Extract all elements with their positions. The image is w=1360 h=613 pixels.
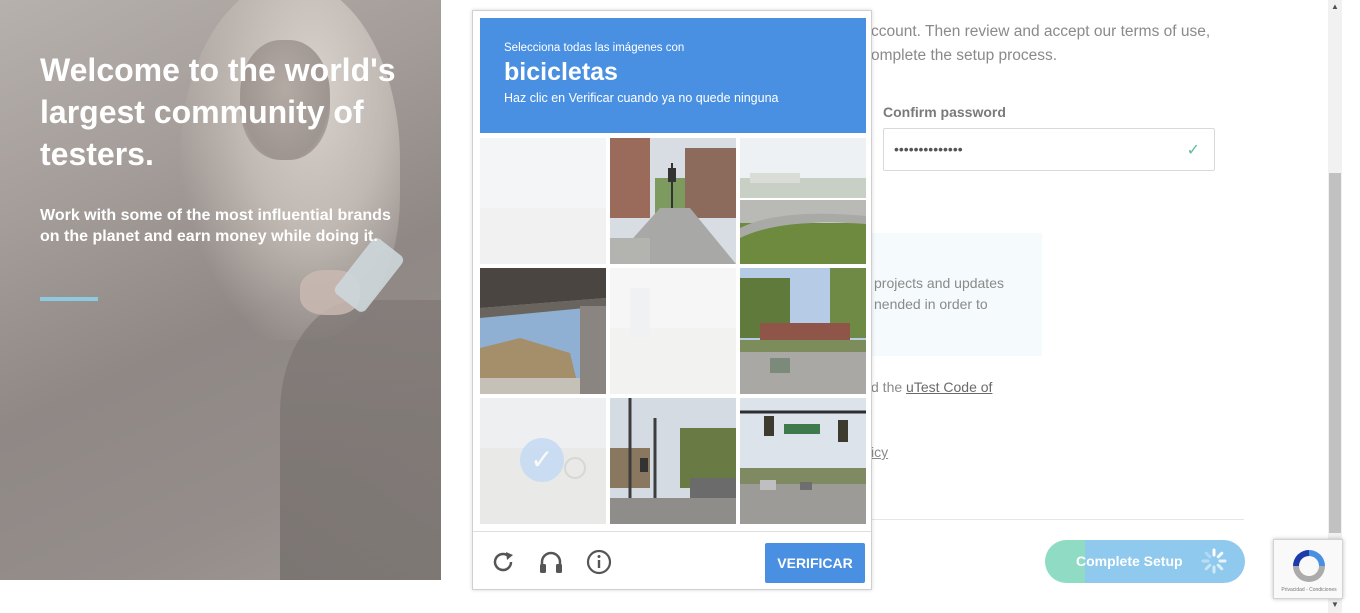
captcha-tile-selected[interactable]: ✓ <box>480 398 606 524</box>
confirm-password-label: Confirm password <box>883 104 1006 120</box>
captcha-challenge: Selecciona todas las imágenes con bicicl… <box>472 10 872 590</box>
hero-photo-shoulder <box>280 300 441 580</box>
captcha-image-grid: ✓ <box>480 138 866 524</box>
captcha-tile[interactable] <box>610 138 736 264</box>
info-icon[interactable] <box>585 548 613 576</box>
selected-check-icon: ✓ <box>520 438 564 482</box>
privacy-policy-link[interactable]: icy <box>871 444 888 460</box>
captcha-footer: VERIFICAR <box>473 531 871 589</box>
reload-icon[interactable] <box>489 548 517 576</box>
captcha-instruction: Selecciona todas las imágenes con <box>504 42 685 54</box>
scroll-down-arrow-icon[interactable]: ▼ <box>1328 600 1342 612</box>
setup-intro-line-1: ccount. Then review and accept our terms… <box>871 23 1211 40</box>
captcha-tile[interactable] <box>740 268 866 394</box>
captcha-tile[interactable] <box>740 138 866 264</box>
captcha-tile[interactable] <box>480 138 606 264</box>
loading-spinner-icon <box>1201 548 1227 574</box>
hero-panel: Welcome to the world's largest community… <box>0 0 441 580</box>
code-of-conduct-prefix: d the <box>871 379 907 395</box>
audio-headphones-icon[interactable] <box>537 548 565 576</box>
hero-accent-bar <box>40 297 98 301</box>
captcha-tile[interactable] <box>740 398 866 524</box>
hero-subtitle: Work with some of the most influential b… <box>40 207 391 245</box>
captcha-hint: Haz clic en Verificar cuando ya no quede… <box>504 91 779 105</box>
setup-intro-line-2: omplete the setup process. <box>871 47 1058 64</box>
check-icon: ✓ <box>1186 142 1200 159</box>
form-divider <box>871 519 1244 520</box>
captcha-tile[interactable] <box>480 268 606 394</box>
setup-intro-text: ccount. Then review and accept our terms… <box>871 20 1231 68</box>
code-of-conduct-text: d the uTest Code of <box>871 379 992 395</box>
captcha-header: Selecciona todas las imágenes con bicicl… <box>480 18 866 133</box>
recaptcha-badge[interactable]: Privacidad - Condiciones <box>1273 539 1343 599</box>
newsletter-info-line-2: nended in order to <box>874 296 988 312</box>
verify-button[interactable]: VERIFICAR <box>765 543 865 583</box>
newsletter-info-line-1: projects and updates <box>874 275 1004 291</box>
confirm-password-field[interactable]: •••••••••••••• ✓ <box>883 128 1215 171</box>
recaptcha-logo-icon <box>1293 550 1325 582</box>
hero-title: Welcome to the world's largest community… <box>40 52 396 172</box>
confirm-password-value: •••••••••••••• <box>894 141 963 157</box>
newsletter-info-text: projects and updates nended in order to <box>874 273 1044 315</box>
scroll-up-arrow-icon[interactable]: ▲ <box>1328 2 1342 14</box>
complete-setup-button[interactable]: Complete Setup <box>1045 540 1245 583</box>
page: Welcome to the world's largest community… <box>0 0 1360 613</box>
scrollbar-thumb[interactable] <box>1329 173 1341 533</box>
captcha-tile[interactable] <box>610 268 736 394</box>
code-of-conduct-link[interactable]: uTest Code of <box>906 379 992 395</box>
captcha-target-word: bicicletas <box>504 58 618 86</box>
captcha-tile[interactable] <box>610 398 736 524</box>
complete-setup-label: Complete Setup <box>1076 553 1183 569</box>
recaptcha-legal-text[interactable]: Privacidad - Condiciones <box>1274 587 1344 593</box>
